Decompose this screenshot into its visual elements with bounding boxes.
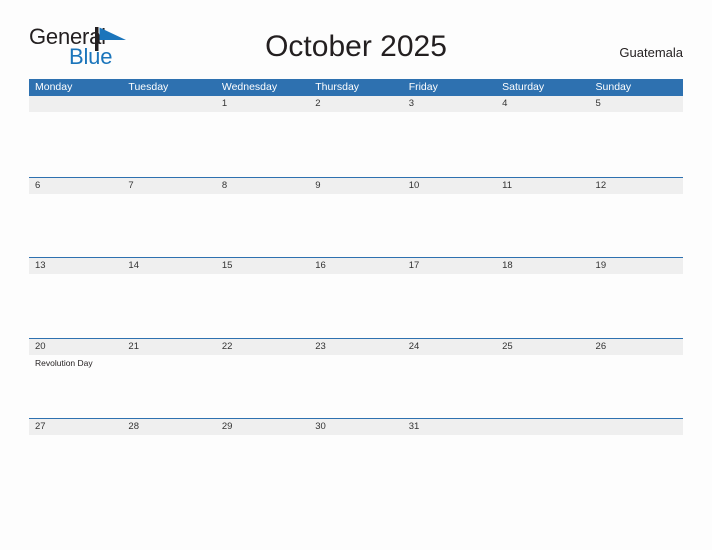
weekday-header-tuesday: Tuesday [128, 81, 169, 93]
day-number[interactable]: 17 [403, 258, 496, 274]
day-event [403, 112, 496, 115]
day-number[interactable]: 30 [309, 419, 402, 435]
weekday-header-wednesday: Wednesday [221, 81, 278, 93]
day-event [216, 355, 309, 369]
day-number[interactable]: 22 [216, 339, 309, 355]
region-label: Guatemala [619, 45, 683, 60]
calendar-week-row: 6 7 8 9 10 11 12 [29, 176, 683, 258]
day-number[interactable]: 23 [309, 339, 402, 355]
calendar-week-row: 20 21 22 23 24 25 26 Revolution Day [29, 337, 683, 419]
day-event: Revolution Day [35, 357, 93, 368]
day-event [309, 355, 402, 369]
week-event-band: Revolution Day [29, 355, 683, 369]
day-number[interactable] [29, 96, 122, 112]
week-daynumber-band: 27 28 29 30 31 [29, 418, 683, 435]
page-header: General Blue October 2025 Guatemala [0, 0, 712, 68]
day-number[interactable]: 6 [29, 178, 122, 194]
day-event [403, 274, 496, 277]
week-daynumber-band: 13 14 15 16 17 18 19 [29, 257, 683, 274]
day-number[interactable]: 1 [216, 96, 309, 112]
day-number[interactable]: 2 [309, 96, 402, 112]
day-event [590, 355, 683, 369]
week-event-band [29, 194, 683, 197]
day-event [403, 355, 496, 369]
day-number[interactable]: 26 [590, 339, 683, 355]
week-daynumber-band: 6 7 8 9 10 11 12 [29, 176, 683, 194]
day-event [309, 274, 402, 277]
week-event-band [29, 274, 683, 277]
day-number[interactable]: 28 [122, 419, 215, 435]
day-number[interactable]: 11 [496, 178, 589, 194]
day-number[interactable]: 24 [403, 339, 496, 355]
day-event [216, 194, 309, 197]
day-event [309, 435, 402, 438]
day-event [216, 112, 309, 115]
weekday-header-sunday: Sunday [595, 81, 632, 93]
day-event [122, 112, 215, 115]
day-event [216, 435, 309, 438]
day-event [29, 435, 122, 438]
day-event [496, 112, 589, 115]
day-event [496, 274, 589, 277]
day-event [122, 194, 215, 197]
day-number[interactable]: 13 [29, 258, 122, 274]
day-event [496, 194, 589, 197]
day-event [309, 194, 402, 197]
day-event [496, 435, 589, 438]
weekday-header-monday: Monday [35, 81, 73, 93]
day-number[interactable]: 29 [216, 419, 309, 435]
day-number[interactable]: 27 [29, 419, 122, 435]
day-number[interactable] [496, 419, 589, 435]
day-event [496, 355, 589, 369]
calendar-week-row: 27 28 29 30 31 [29, 418, 683, 499]
day-number[interactable] [122, 96, 215, 112]
day-number[interactable]: 25 [496, 339, 589, 355]
day-number[interactable]: 3 [403, 96, 496, 112]
day-number[interactable]: 21 [122, 339, 215, 355]
day-number[interactable]: 10 [403, 178, 496, 194]
week-daynumber-band: 20 21 22 23 24 25 26 [29, 337, 683, 355]
weekday-header-thursday: Thursday [315, 81, 360, 93]
day-number[interactable]: 19 [590, 258, 683, 274]
week-event-band [29, 112, 683, 115]
day-event [29, 194, 122, 197]
day-number[interactable]: 18 [496, 258, 589, 274]
week-daynumber-band: 1 2 3 4 5 [29, 96, 683, 112]
day-event [309, 112, 402, 115]
day-number[interactable]: 8 [216, 178, 309, 194]
day-event [29, 274, 122, 277]
calendar-week-row: 13 14 15 16 17 18 19 [29, 257, 683, 338]
day-number[interactable]: 7 [122, 178, 215, 194]
day-event [590, 435, 683, 438]
day-number[interactable]: 4 [496, 96, 589, 112]
weekday-header-row: Monday Tuesday Wednesday Thursday Friday… [29, 79, 683, 96]
weekday-header-friday: Friday [408, 81, 438, 93]
day-event [122, 355, 215, 369]
day-number[interactable]: 20 [29, 339, 122, 355]
day-event [403, 194, 496, 197]
day-number[interactable]: 12 [590, 178, 683, 194]
page-title: October 2025 [265, 30, 447, 63]
calendar-grid: Monday Tuesday Wednesday Thursday Friday… [29, 79, 683, 499]
day-number[interactable]: 16 [309, 258, 402, 274]
week-event-band [29, 435, 683, 438]
day-event [403, 435, 496, 438]
day-number[interactable]: 14 [122, 258, 215, 274]
day-event [216, 274, 309, 277]
day-event [122, 274, 215, 277]
day-number[interactable]: 9 [309, 178, 402, 194]
day-number[interactable]: 15 [216, 258, 309, 274]
day-event [590, 194, 683, 197]
day-number[interactable]: 5 [590, 96, 683, 112]
weekday-header-saturday: Saturday [502, 81, 545, 93]
day-event [122, 435, 215, 438]
day-number[interactable]: 31 [403, 419, 496, 435]
day-event [29, 112, 122, 115]
day-event [590, 274, 683, 277]
calendar-week-row: 1 2 3 4 5 [29, 96, 683, 177]
day-event [590, 112, 683, 115]
day-number[interactable] [590, 419, 683, 435]
